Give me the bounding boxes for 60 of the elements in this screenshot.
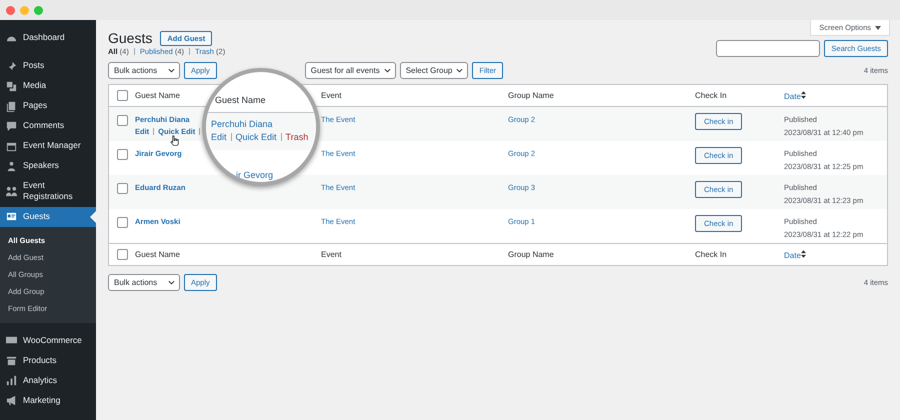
sidebar-item[interactable]: Pages	[0, 96, 96, 116]
chevron-down-icon	[456, 68, 464, 73]
megaphone-icon	[6, 395, 17, 406]
row-checkbox[interactable]	[116, 115, 128, 126]
column-header: Check In	[695, 91, 727, 100]
sidebar-item[interactable]: Speakers	[0, 156, 96, 176]
group-icon	[6, 186, 17, 197]
search-field[interactable]	[716, 40, 820, 57]
column-header: Event	[321, 250, 342, 259]
row-checkbox[interactable]	[116, 217, 128, 228]
box-icon	[6, 355, 17, 366]
sidebar-item[interactable]: Guests	[0, 206, 96, 227]
column-header: Guest Name	[215, 95, 266, 105]
sidebar-item[interactable]: Dashboard	[0, 28, 96, 48]
chevron-down-icon	[168, 280, 175, 285]
media-icon	[6, 80, 17, 92]
row-action-link[interactable]: Trash	[286, 132, 308, 142]
sidebar-item[interactable]: Event Registrations	[0, 176, 96, 207]
column-header: Group Name	[508, 250, 554, 259]
pages-icon	[6, 100, 17, 112]
sidebar-item[interactable]: Media	[0, 76, 96, 96]
row-checkbox[interactable]	[116, 149, 128, 160]
sort-icon	[800, 90, 806, 98]
event-dropdown[interactable]: Guest for all events	[304, 62, 396, 79]
column-header: Group Name	[508, 91, 554, 100]
sidebar-item[interactable]: Event Manager	[0, 136, 96, 156]
guest-name-link[interactable]: Perchuhi Diana	[211, 119, 273, 129]
chevron-down-icon	[384, 68, 391, 73]
sort-icon	[800, 250, 806, 258]
triangle-down-icon	[875, 26, 881, 30]
comment-icon	[6, 120, 17, 132]
bar-chart-icon	[6, 375, 17, 386]
pin-icon	[6, 60, 17, 72]
column-header[interactable]: Date	[784, 250, 806, 260]
bulk-actions-dropdown[interactable]: Bulk actions	[108, 62, 180, 79]
column-header: Check In	[695, 250, 727, 259]
group-dropdown[interactable]: Select Group	[400, 62, 468, 79]
page-title: Guests	[108, 30, 152, 46]
column-header[interactable]: Date	[784, 92, 806, 100]
row-checkbox[interactable]	[116, 90, 128, 101]
row-action-link[interactable]: Quick Edit	[236, 132, 277, 142]
row-checkbox[interactable]	[116, 249, 128, 260]
sidebar-item[interactable]: Comments	[0, 116, 96, 136]
chevron-down-icon	[168, 68, 175, 73]
sidebar-item[interactable]: WooCommerce	[0, 330, 96, 351]
close-window-button[interactable]	[6, 6, 15, 14]
maximize-window-button[interactable]	[34, 6, 43, 14]
sidebar-item[interactable]: Products	[0, 350, 96, 371]
sidebar-item[interactable]: Analytics	[0, 370, 96, 391]
sidebar-item[interactable]: Marketing	[0, 390, 96, 411]
column-header: Event	[321, 91, 342, 100]
column-header: Guest Name	[135, 91, 180, 100]
column-header: Guest Name	[135, 250, 180, 259]
bulk-actions-dropdown[interactable]: Bulk actions	[108, 274, 180, 291]
person-icon	[6, 160, 17, 172]
row-action-link[interactable]: Edit	[211, 132, 227, 142]
row-checkbox[interactable]	[116, 183, 128, 194]
id-card-icon	[6, 211, 17, 222]
sidebar-item[interactable]: Posts	[0, 56, 96, 76]
calendar-icon	[6, 140, 17, 152]
